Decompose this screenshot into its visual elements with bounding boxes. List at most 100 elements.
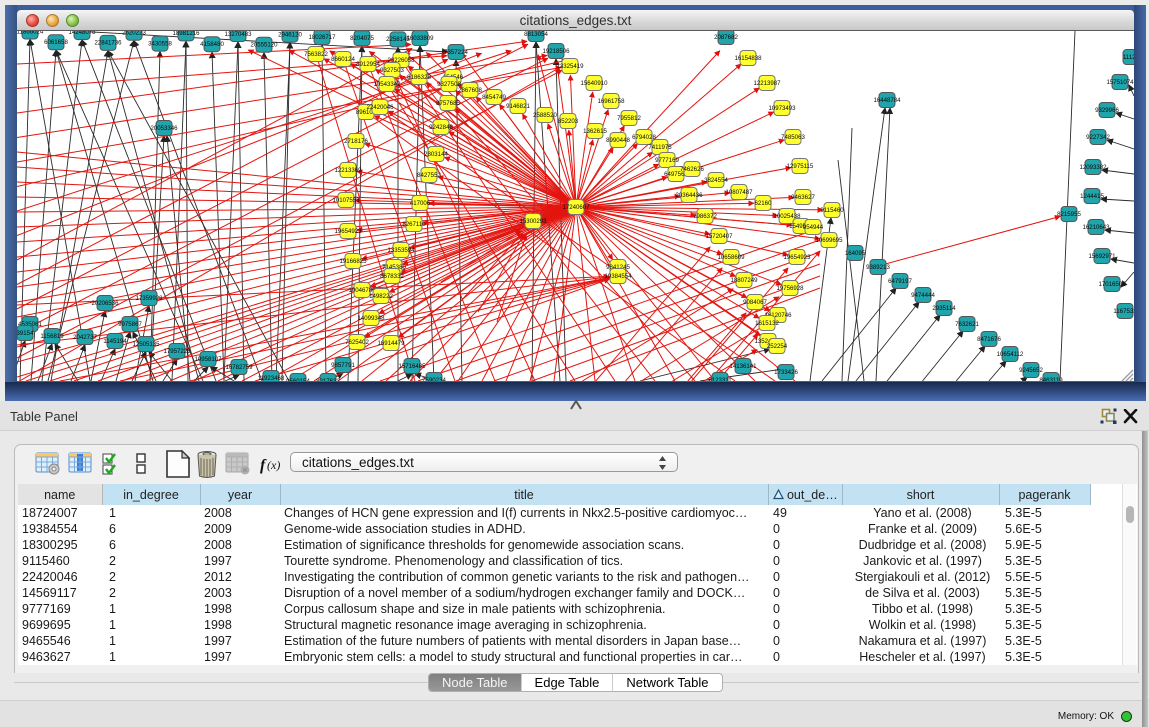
svg-text:8204075: 8204075 <box>350 35 374 42</box>
svg-text:3430558: 3430558 <box>148 40 172 47</box>
svg-text:22420046: 22420046 <box>366 104 394 111</box>
svg-text:8463119: 8463119 <box>1039 377 1063 381</box>
svg-text:9560154: 9560154 <box>286 378 310 381</box>
svg-text:6479197: 6479197 <box>888 278 912 285</box>
svg-text:17016504: 17016504 <box>1098 281 1126 288</box>
svg-text:17957223: 17957223 <box>163 348 191 355</box>
svg-text:39154: 39154 <box>17 330 34 337</box>
svg-text:1156819: 1156819 <box>40 333 64 340</box>
svg-text:12213369: 12213369 <box>334 167 362 174</box>
svg-text:7462626: 7462626 <box>680 166 704 173</box>
svg-text:17240607: 17240607 <box>562 204 590 211</box>
svg-text:2946120: 2946120 <box>278 31 302 38</box>
svg-text:7632621: 7632621 <box>955 321 979 328</box>
svg-text:15692971: 15692971 <box>1088 253 1116 260</box>
svg-text:8267110: 8267110 <box>402 221 426 228</box>
svg-text:11923468: 11923468 <box>258 375 285 381</box>
svg-text:(x): (x) <box>267 458 280 472</box>
svg-text:18807249: 18807249 <box>730 277 758 284</box>
svg-text:12505135: 12505135 <box>132 341 160 348</box>
svg-text:19384554: 19384554 <box>604 273 632 280</box>
svg-text:8813054: 8813054 <box>524 31 548 38</box>
svg-text:9975867: 9975867 <box>118 321 142 328</box>
svg-text:1362615: 1362615 <box>583 128 607 135</box>
svg-text:7357224: 7357224 <box>444 49 468 56</box>
svg-text:6061658: 6061658 <box>44 39 68 46</box>
svg-text:9857791: 9857791 <box>331 362 355 369</box>
svg-text:9463627: 9463627 <box>791 194 815 201</box>
svg-text:16154838: 16154838 <box>734 55 762 62</box>
svg-text:10807487: 10807487 <box>725 189 753 196</box>
svg-text:14099348: 14099348 <box>357 315 385 322</box>
svg-text:18026717: 18026717 <box>308 34 336 41</box>
svg-text:f: f <box>260 457 267 474</box>
svg-text:14248078: 14248078 <box>68 31 96 36</box>
svg-text:20053346: 20053346 <box>150 125 178 132</box>
svg-text:19166825: 19166825 <box>339 258 367 265</box>
svg-text:16033809: 16033809 <box>406 35 434 42</box>
svg-text:10699695: 10699695 <box>815 237 843 244</box>
svg-text:19218506: 19218506 <box>542 48 570 55</box>
svg-text:9327503: 9327503 <box>380 67 404 74</box>
svg-text:2042737: 2042737 <box>73 334 97 341</box>
svg-text:8123311: 8123311 <box>708 377 732 381</box>
svg-text:8912954: 8912954 <box>356 61 380 68</box>
svg-text:13353594: 13353594 <box>387 247 415 254</box>
svg-text:1145194: 1145194 <box>103 338 127 345</box>
svg-text:16448784: 16448784 <box>873 97 901 104</box>
svg-text:12213987: 12213987 <box>753 80 781 87</box>
svg-text:18981216: 18981216 <box>172 31 200 37</box>
svg-text:2087682: 2087682 <box>714 34 738 41</box>
svg-text:12975115: 12975115 <box>787 163 814 170</box>
svg-text:15716485: 15716485 <box>398 363 426 370</box>
svg-text:20555120: 20555120 <box>250 42 278 49</box>
svg-text:10543342: 10543342 <box>373 81 401 88</box>
svg-text:852203: 852203 <box>558 118 579 125</box>
svg-text:15640910: 15640910 <box>580 80 608 87</box>
svg-text:8215955: 8215955 <box>1057 211 1081 218</box>
svg-text:2718176: 2718176 <box>344 138 368 145</box>
svg-text:1167533: 1167533 <box>1113 308 1134 315</box>
svg-text:10107553: 10107553 <box>332 197 360 204</box>
svg-text:9329966: 9329966 <box>1095 107 1119 114</box>
svg-text:252254: 252254 <box>767 343 788 350</box>
svg-text:13270483: 13270483 <box>224 31 252 38</box>
svg-text:9227342: 9227342 <box>1086 134 1110 141</box>
svg-text:9474444: 9474444 <box>911 292 935 299</box>
svg-text:9084067: 9084067 <box>743 299 767 306</box>
svg-text:1615132: 1615132 <box>755 320 779 327</box>
svg-text:9146821: 9146821 <box>506 103 530 110</box>
svg-text:2620223: 2620223 <box>122 31 146 37</box>
svg-text:62160: 62160 <box>755 200 773 207</box>
svg-text:8217633: 8217633 <box>316 378 340 381</box>
svg-text:16782759: 16782759 <box>225 364 253 371</box>
svg-text:7986372: 7986372 <box>693 213 717 220</box>
svg-text:11123: 11123 <box>1123 54 1134 61</box>
svg-text:11866024: 11866024 <box>17 31 44 35</box>
svg-text:8454749: 8454749 <box>482 94 506 101</box>
svg-text:13325419: 13325419 <box>556 63 584 70</box>
svg-text:16914479: 16914479 <box>377 340 405 347</box>
svg-text:20206536: 20206536 <box>91 300 119 307</box>
svg-text:9242848: 9242848 <box>429 124 453 131</box>
svg-text:7590234: 7590234 <box>422 377 446 381</box>
svg-text:7485063: 7485063 <box>781 134 805 141</box>
svg-text:954944: 954944 <box>803 224 824 231</box>
svg-text:10973493: 10973493 <box>768 105 796 112</box>
svg-text:19654923: 19654923 <box>783 254 811 261</box>
svg-text:15720407: 15720407 <box>705 233 733 240</box>
svg-text:15751074: 15751074 <box>1106 79 1134 86</box>
svg-text:9115460: 9115460 <box>820 207 844 214</box>
svg-text:7955812: 7955812 <box>617 115 641 122</box>
svg-text:1244415: 1244415 <box>1080 193 1104 200</box>
svg-text:7411975: 7411975 <box>648 144 672 151</box>
svg-text:8427552: 8427552 <box>417 172 441 179</box>
svg-text:8678332: 8678332 <box>380 273 404 280</box>
svg-text:16210643: 16210643 <box>1082 224 1110 231</box>
svg-text:8186328: 8186328 <box>407 74 431 81</box>
svg-text:2588520: 2588520 <box>533 112 557 119</box>
svg-text:12093382: 12093382 <box>1079 164 1107 171</box>
svg-text:9245652: 9245652 <box>1019 367 1043 374</box>
svg-text:10958107: 10958107 <box>194 356 222 363</box>
svg-text:16961758: 16961758 <box>597 98 625 105</box>
